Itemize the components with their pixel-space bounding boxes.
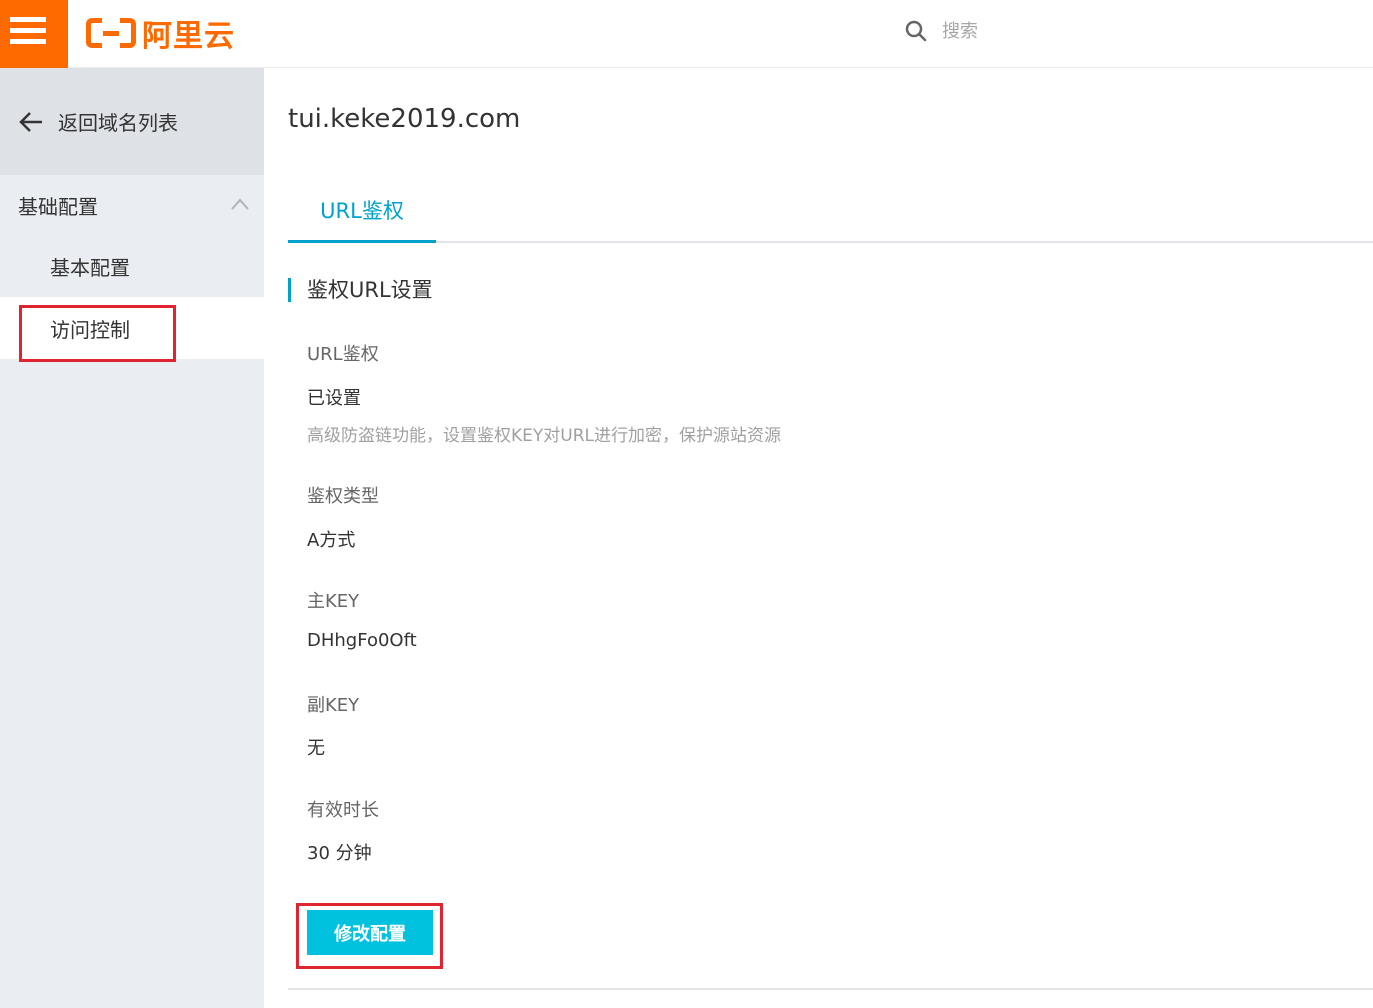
secondary-key-label: 副KEY	[307, 695, 360, 716]
arrow-left-icon	[19, 111, 42, 132]
brand-name: 阿里云	[142, 19, 235, 54]
auth-type-label: 鉴权类型	[307, 486, 379, 507]
auth-type-value: A方式	[307, 530, 356, 551]
url-auth-help-text: 高级防盗链功能，设置鉴权KEY对URL进行加密，保护源站资源	[307, 426, 781, 446]
back-link-label: 返回域名列表	[58, 111, 178, 135]
secondary-key-value: 无	[307, 738, 325, 759]
valid-duration-value: 30 分钟	[307, 843, 372, 864]
primary-key-value: DHhgFo0Oft	[307, 630, 417, 651]
sidebar-item-basic-config[interactable]: 基本配置	[0, 235, 264, 297]
main-content: tui.keke2019.com URL鉴权 鉴权URL设置 URL鉴权 已设置…	[264, 68, 1373, 1008]
sidebar-item-label: 基本配置	[50, 255, 130, 280]
sidebar-group-basic-config[interactable]: 基础配置	[0, 175, 264, 235]
sidebar-group-label: 基础配置	[18, 194, 98, 219]
aliyun-logo-icon	[86, 16, 136, 50]
access-control-highlight-box	[19, 305, 176, 362]
divider	[288, 988, 1373, 990]
brand-logo[interactable]: 阿里云	[86, 13, 235, 54]
top-bar: 阿里云	[0, 0, 1373, 68]
sidebar: 返回域名列表 基础配置 基本配置 访问控制	[0, 68, 264, 1008]
search-input[interactable]	[942, 20, 1142, 42]
search-icon[interactable]	[904, 19, 928, 43]
primary-key-label: 主KEY	[307, 591, 360, 612]
valid-duration-label: 有效时长	[307, 800, 379, 821]
url-auth-label: URL鉴权	[307, 344, 379, 365]
menu-icon[interactable]	[0, 0, 68, 68]
search-bar	[904, 16, 1142, 46]
url-auth-value: 已设置	[307, 388, 361, 409]
back-to-domain-list-link[interactable]: 返回域名列表	[0, 68, 264, 175]
tab-bar: URL鉴权	[288, 180, 1373, 243]
section-title: 鉴权URL设置	[288, 278, 433, 302]
page-title: tui.keke2019.com	[288, 104, 521, 134]
edit-button-highlight-box	[296, 903, 443, 969]
chevron-up-icon[interactable]	[230, 197, 250, 211]
tab-url-auth[interactable]: URL鉴权	[288, 180, 436, 243]
